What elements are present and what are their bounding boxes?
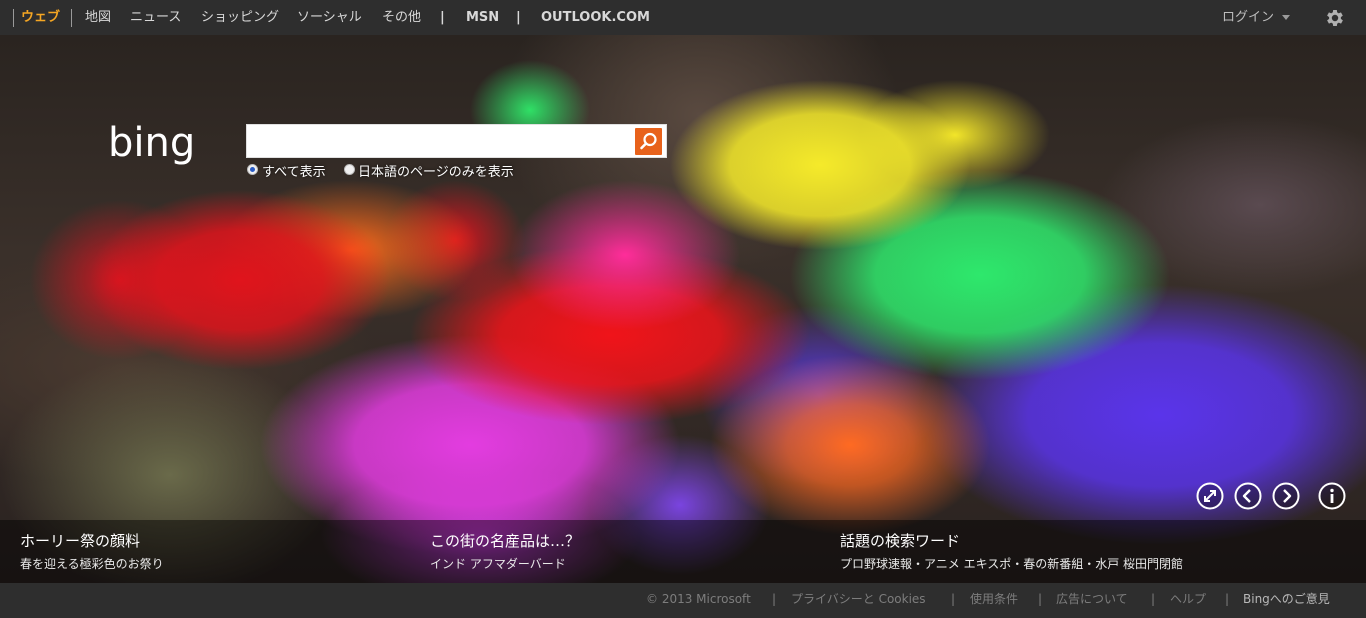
nav-separator: | (516, 10, 521, 25)
nav-item-more[interactable]: その他 (382, 0, 421, 35)
info-icon[interactable] (1318, 482, 1346, 510)
chevron-down-icon (1282, 15, 1290, 20)
nav-divider (13, 9, 14, 27)
search-icon (640, 132, 657, 150)
caption-subtitle[interactable]: 春を迎える極彩色のお祭り (20, 555, 164, 572)
footer-separator: | (772, 592, 777, 606)
caption-subtitle[interactable]: インド アフマダーバード (430, 555, 566, 572)
caption-title[interactable]: ホーリー祭の顔料 (20, 530, 140, 551)
caption-subtitle[interactable]: プロ野球速報・アニメ エキスポ・春の新番組・水戸 桜田門閉館 (840, 555, 1183, 572)
footer-link-feedback[interactable]: Bingへのご意見 (1243, 583, 1330, 615)
search-box (246, 124, 667, 158)
background-photo (0, 35, 1366, 583)
nav-separator: | (440, 10, 445, 25)
nav-item-social[interactable]: ソーシャル (297, 0, 362, 35)
fullscreen-icon[interactable] (1196, 482, 1224, 510)
next-icon[interactable] (1272, 482, 1300, 510)
footer-separator: | (951, 592, 956, 606)
search-button[interactable] (635, 128, 662, 155)
top-nav-bar: ウェブ 地図 ニュース ショッピング ソーシャル その他 | MSN | OUT… (0, 0, 1366, 35)
caption-title[interactable]: この街の名産品は…？ (430, 530, 580, 551)
footer-link-terms[interactable]: 使用条件 (970, 583, 1018, 615)
nav-item-msn[interactable]: MSN (466, 0, 499, 35)
login-link[interactable]: ログイン (1222, 0, 1274, 35)
footer-link-privacy[interactable]: プライバシーと Cookies (791, 583, 926, 615)
search-input[interactable] (253, 129, 627, 155)
footer-link-help[interactable]: ヘルプ (1170, 583, 1206, 615)
footer-separator: | (1038, 592, 1043, 606)
radio-all-results[interactable] (247, 164, 258, 175)
bing-logo-text: bing (108, 120, 195, 166)
radio-japanese-only-label[interactable]: 日本語のページのみを表示 (358, 161, 514, 180)
nav-divider (71, 9, 72, 27)
caption-title[interactable]: 話題の検索ワード (840, 530, 960, 551)
radio-japanese-only[interactable] (344, 164, 355, 175)
nav-item-maps[interactable]: 地図 (85, 0, 111, 35)
nav-item-outlook[interactable]: OUTLOOK.COM (541, 0, 650, 35)
footer-link-ads[interactable]: 広告について (1056, 583, 1128, 615)
bing-logo: bing (108, 120, 195, 166)
radio-all-results-label[interactable]: すべて表示 (262, 161, 326, 180)
footer-separator: | (1225, 592, 1230, 606)
gear-icon[interactable] (1324, 7, 1346, 29)
nav-item-news[interactable]: ニュース (130, 0, 181, 35)
nav-item-shopping[interactable]: ショッピング (201, 0, 279, 35)
previous-icon[interactable] (1234, 482, 1262, 510)
caption-strip: ホーリー祭の顔料 春を迎える極彩色のお祭り この街の名産品は…？ インド アフマ… (0, 520, 1366, 583)
nav-item-web[interactable]: ウェブ (21, 0, 60, 35)
footer-separator: | (1151, 592, 1156, 606)
footer: © 2013 Microsoft | プライバシーと Cookies | 使用条… (0, 583, 1366, 618)
copyright-text: © 2013 Microsoft (646, 592, 751, 606)
